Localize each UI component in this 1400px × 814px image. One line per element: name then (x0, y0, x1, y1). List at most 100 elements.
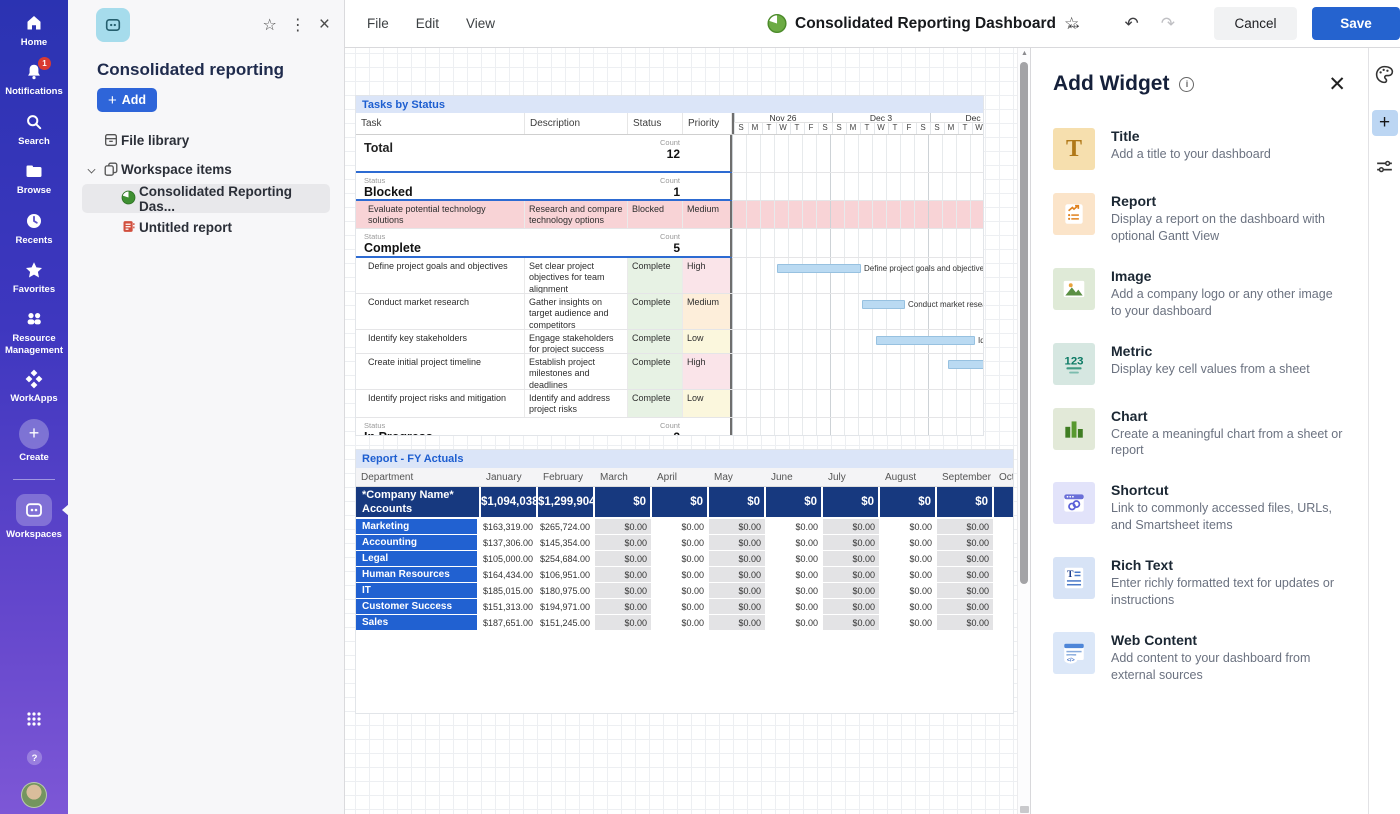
department-cell: Accounting (356, 535, 477, 550)
widget-option-report[interactable]: Report Display a report on the dashboard… (1053, 193, 1346, 245)
department-cell: Sales (356, 615, 477, 630)
gantt-cell (730, 229, 983, 257)
cancel-button[interactable]: Cancel (1214, 7, 1297, 40)
tasks-rows: Total Count 12 Status Blocked Count 1 Ev… (356, 135, 983, 435)
task-status: Complete (628, 390, 683, 417)
widget-option-metric[interactable]: 123 Metric Display key cell values from … (1053, 342, 1346, 385)
widget-option-image[interactable]: Image Add a company logo or any other im… (1053, 267, 1346, 320)
department-cell: Human Resources (356, 567, 477, 582)
task-row: Define project goals and objectives Set … (356, 258, 983, 294)
save-button[interactable]: Save (1312, 7, 1400, 40)
report-row: Human Resources $164,434.00 $106,951.00 … (356, 567, 1013, 583)
tasks-by-status-widget[interactable]: Tasks by Status Task Description Status … (355, 95, 984, 436)
task-status: Blocked (628, 201, 683, 228)
apps-grid-button[interactable] (0, 708, 68, 730)
widget-option-rich-text[interactable]: T Rich Text Enter richly formatted text … (1053, 557, 1346, 609)
task-description: Establish project milestones and deadlin… (525, 354, 628, 389)
widget-option-chart[interactable]: Chart Create a meaningful chart from a s… (1053, 407, 1346, 460)
sidebar-item-resource-management[interactable]: Resource Management (0, 308, 68, 356)
task-description: Gather insights on target audience and c… (525, 294, 628, 329)
avatar (21, 782, 47, 808)
close-panel-icon[interactable]: × (319, 14, 330, 36)
gantt-bar: Define project goals and objectives (777, 264, 983, 273)
report-fy-actuals-widget[interactable]: Report - FY Actuals Department January F… (355, 449, 1014, 714)
widget-option-web-content[interactable]: </> Web Content Add content to your dash… (1053, 631, 1346, 684)
svg-text:?: ? (31, 753, 37, 764)
tree-item-workspace-items[interactable]: Workspace items (82, 155, 330, 184)
diamond-grid-icon (24, 368, 44, 390)
workspace-title: Consolidated reporting (97, 60, 284, 79)
menu-view[interactable]: View (466, 16, 495, 31)
canvas-scrollbar[interactable]: ▲ (1017, 48, 1030, 814)
menu-file[interactable]: File (367, 16, 389, 31)
department-cell: Marketing (356, 519, 477, 534)
tree-item-dashboard[interactable]: Consolidated Reporting Das... (82, 184, 330, 214)
task-description: Identify and address project risks (525, 390, 628, 417)
gantt-day-label: T (766, 123, 772, 132)
tree-item-untitled-report[interactable]: Untitled report (82, 213, 330, 242)
sidebar-item-notifications[interactable]: 1 Notifications (0, 57, 68, 97)
gantt-day-label: S (822, 123, 828, 132)
department-cell: Customer Success (356, 599, 477, 614)
undo-icon[interactable]: ↶ (1114, 14, 1150, 34)
workspace-tree: File library Workspace items Consolidate… (68, 126, 344, 242)
sidebar-item-home[interactable]: Home (0, 12, 68, 48)
close-icon[interactable]: ✕ (1328, 74, 1346, 95)
sidebar-item-browse[interactable]: Browse (0, 160, 68, 196)
gantt-week-label: Dec 3 (869, 113, 893, 122)
file-library-icon (103, 132, 119, 151)
tasks-table-header: Task Description Status Priority Nov 26 D… (356, 113, 983, 135)
scroll-up-icon[interactable]: ▲ (1018, 50, 1030, 57)
svg-text:T: T (1067, 569, 1074, 580)
gantt-bar-label: Conduct market research (908, 300, 983, 309)
task-status: Complete (628, 258, 683, 293)
clock-icon (24, 210, 44, 232)
sidebar-item-recents[interactable]: Recents (0, 210, 68, 246)
widget-option-shortcut[interactable]: Shortcut Link to commonly accessed files… (1053, 482, 1346, 534)
gantt-week-label: Dec 10 (965, 113, 983, 122)
gantt-day-label: M (751, 123, 759, 132)
left-nav-rail: Home 1 Notifications Search Browse Recen… (0, 0, 69, 814)
add-button[interactable]: + Add (97, 88, 158, 112)
user-avatar[interactable] (0, 782, 68, 808)
title-widget-icon: T (1053, 128, 1095, 170)
kebab-menu-icon[interactable]: ⋮ (290, 15, 306, 35)
panel-title: Add Widget (1053, 72, 1170, 95)
help-button[interactable]: ? (0, 746, 68, 768)
settings-sliders-icon[interactable] (1374, 156, 1395, 182)
tree-item-file-library[interactable]: File library (82, 126, 330, 155)
scroll-down-icon[interactable] (1020, 806, 1029, 813)
report-row: Marketing $163,319.00 $265,724.00 $0.00 … (356, 519, 1013, 535)
sidebar-item-workapps[interactable]: WorkApps (0, 368, 68, 404)
dashboard-pie-icon (121, 190, 136, 208)
theme-palette-icon[interactable] (1374, 64, 1395, 90)
chevron-down-icon[interactable] (87, 165, 96, 174)
report-widget-icon (1053, 193, 1095, 235)
task-name: Identify key stakeholders (356, 330, 525, 353)
dashboard-pie-icon (766, 13, 787, 34)
task-priority: Low (683, 390, 732, 417)
workspace-panel: ☆ ⋮ × Consolidated reporting + Add File l… (68, 0, 345, 814)
info-icon[interactable]: i (1179, 76, 1195, 92)
add-widget-icon[interactable]: + (1371, 110, 1398, 136)
task-name: Define project goals and objectives (356, 258, 525, 293)
report-summary-row: *Company Name* Accounts $1,094,038 $1,29… (356, 487, 1013, 519)
favorite-star-icon[interactable]: ☆ (263, 15, 277, 35)
task-priority: Low (683, 330, 732, 353)
tasks-group-row: Status Complete Count 5 (356, 229, 983, 258)
menu-edit[interactable]: Edit (416, 16, 439, 31)
redo-icon[interactable]: ↷ (1150, 14, 1186, 34)
sidebar-item-search[interactable]: Search (0, 111, 68, 147)
help-icon: ? (25, 746, 44, 768)
report-column-headers: Department January February March April … (356, 468, 1013, 487)
scrollbar-thumb[interactable] (1020, 62, 1028, 584)
create-button[interactable]: + Create (0, 418, 68, 463)
workspace-items-icon (103, 161, 119, 180)
favorite-star-icon[interactable]: ☆ (1064, 14, 1079, 34)
folder-icon (24, 160, 44, 182)
smartsheet-dashboard-editor: Home 1 Notifications Search Browse Recen… (0, 0, 1400, 814)
report-row: Customer Success $151,313.00 $194,971.00… (356, 599, 1013, 615)
widget-option-title[interactable]: T Title Add a title to your dashboard (1053, 128, 1346, 170)
sidebar-item-favorites[interactable]: Favorites (0, 259, 68, 295)
sidebar-item-workspaces[interactable]: Workspaces (0, 493, 69, 540)
